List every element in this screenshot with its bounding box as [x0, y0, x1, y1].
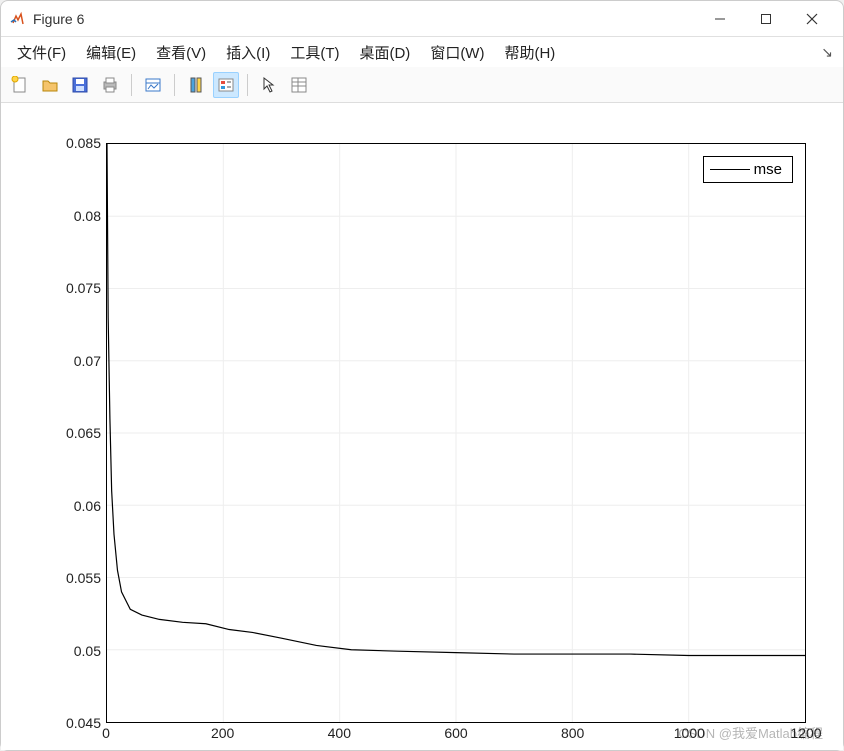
- menu-tools[interactable]: 工具(T): [280, 38, 349, 67]
- ytick-label: 0.065: [51, 425, 101, 441]
- toolbar-separator: [131, 74, 132, 96]
- ytick-label: 0.075: [51, 280, 101, 296]
- xtick-label: 400: [328, 725, 351, 741]
- xtick-label: 600: [444, 725, 467, 741]
- figure-window: Figure 6 文件(F) 编辑(E) 查看(V) 插入(I) 工具(T) 桌…: [0, 0, 844, 751]
- ytick-label: 0.07: [51, 353, 101, 369]
- save-button[interactable]: [67, 72, 93, 98]
- menu-help[interactable]: 帮助(H): [494, 38, 565, 67]
- edit-plot-button[interactable]: [256, 72, 282, 98]
- minimize-button[interactable]: [697, 4, 743, 34]
- ytick-label: 0.05: [51, 643, 101, 659]
- menu-window[interactable]: 窗口(W): [420, 38, 494, 67]
- close-button[interactable]: [789, 4, 835, 34]
- ytick-label: 0.06: [51, 498, 101, 514]
- window-controls: [697, 4, 835, 34]
- print-icon: [101, 76, 119, 94]
- menu-insert[interactable]: 插入(I): [216, 38, 280, 67]
- new-figure-button[interactable]: [7, 72, 33, 98]
- link-button[interactable]: [140, 72, 166, 98]
- link-icon: [144, 76, 162, 94]
- menu-edit[interactable]: 编辑(E): [76, 38, 146, 67]
- menu-view[interactable]: 查看(V): [146, 38, 216, 67]
- menu-more-icon[interactable]: ↘: [821, 44, 833, 61]
- xtick-label: 1000: [674, 725, 705, 741]
- matlab-icon: [9, 11, 25, 27]
- property-icon: [290, 76, 308, 94]
- ytick-label: 0.08: [51, 208, 101, 224]
- toolbar-separator: [174, 74, 175, 96]
- axes[interactable]: mse: [106, 143, 806, 723]
- arrow-icon: [260, 76, 278, 94]
- window-title: Figure 6: [33, 11, 697, 27]
- ytick-label: 0.055: [51, 570, 101, 586]
- open-folder-icon: [41, 76, 59, 94]
- menubar: 文件(F) 编辑(E) 查看(V) 插入(I) 工具(T) 桌面(D) 窗口(W…: [1, 37, 843, 67]
- menu-file[interactable]: 文件(F): [7, 38, 76, 67]
- plot-area[interactable]: mse CSDN @我爱Matlab编程 0.0450.050.0550.060…: [1, 103, 843, 750]
- print-button[interactable]: [97, 72, 123, 98]
- colorbar-icon: [187, 76, 205, 94]
- menu-desktop[interactable]: 桌面(D): [349, 38, 420, 67]
- chart-line-container: [107, 144, 805, 722]
- open-button[interactable]: [37, 72, 63, 98]
- colorbar-button[interactable]: [183, 72, 209, 98]
- legend-icon: [217, 76, 235, 94]
- xtick-label: 200: [211, 725, 234, 741]
- xtick-label: 0: [102, 725, 110, 741]
- xtick-label: 800: [561, 725, 584, 741]
- property-inspector-button[interactable]: [286, 72, 312, 98]
- maximize-button[interactable]: [743, 4, 789, 34]
- ytick-label: 0.045: [51, 715, 101, 731]
- new-figure-icon: [11, 76, 29, 94]
- legend-entry: mse: [754, 161, 782, 178]
- xtick-label: 1200: [790, 725, 821, 741]
- ytick-label: 0.085: [51, 135, 101, 151]
- legend-button[interactable]: [213, 72, 239, 98]
- toolbar-separator: [247, 74, 248, 96]
- save-icon: [71, 76, 89, 94]
- legend[interactable]: mse: [703, 156, 793, 183]
- titlebar: Figure 6: [1, 1, 843, 37]
- legend-line-icon: [710, 169, 750, 170]
- toolbar: [1, 67, 843, 103]
